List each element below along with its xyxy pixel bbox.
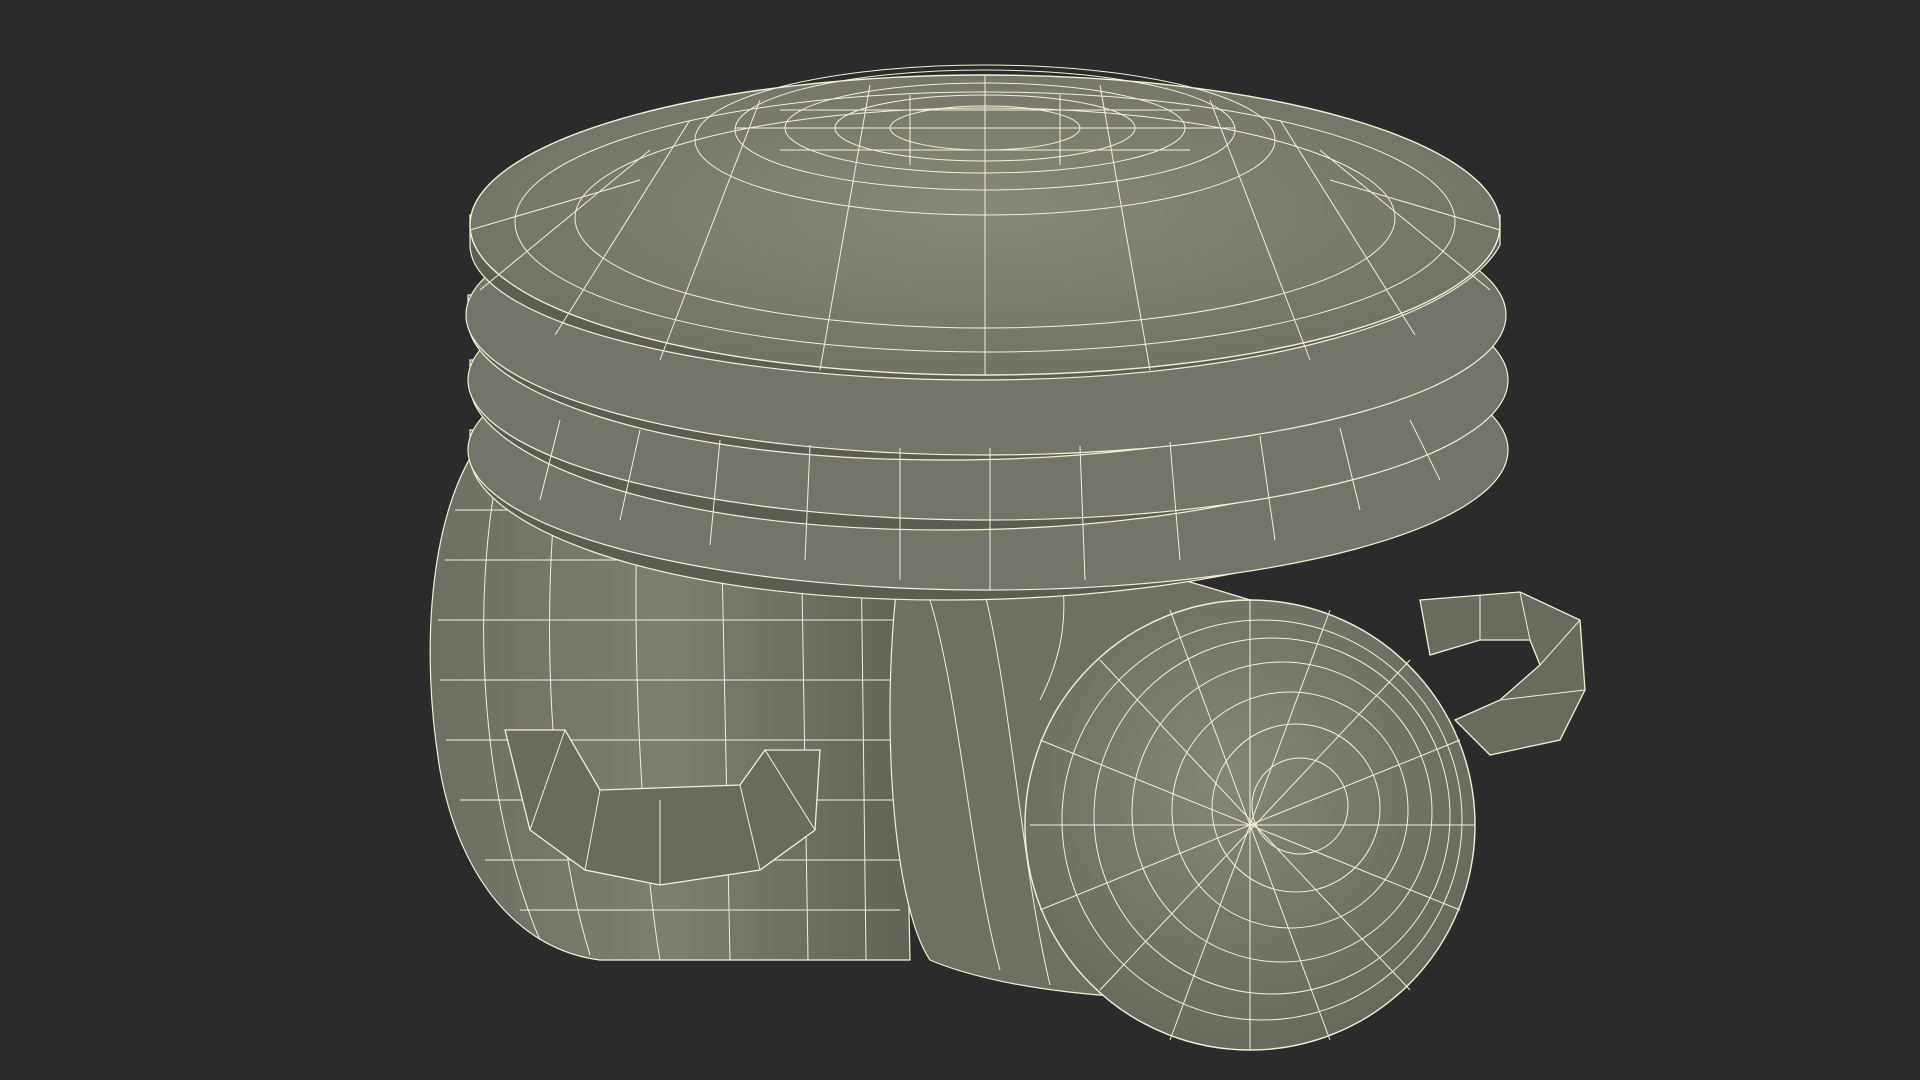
cup-tipped: [889, 542, 1586, 1051]
saucer-1: [469, 64, 1501, 381]
saucer-stack: [465, 64, 1509, 601]
render-viewport: [0, 0, 1920, 1080]
wireframe-scene: [429, 64, 1586, 1051]
